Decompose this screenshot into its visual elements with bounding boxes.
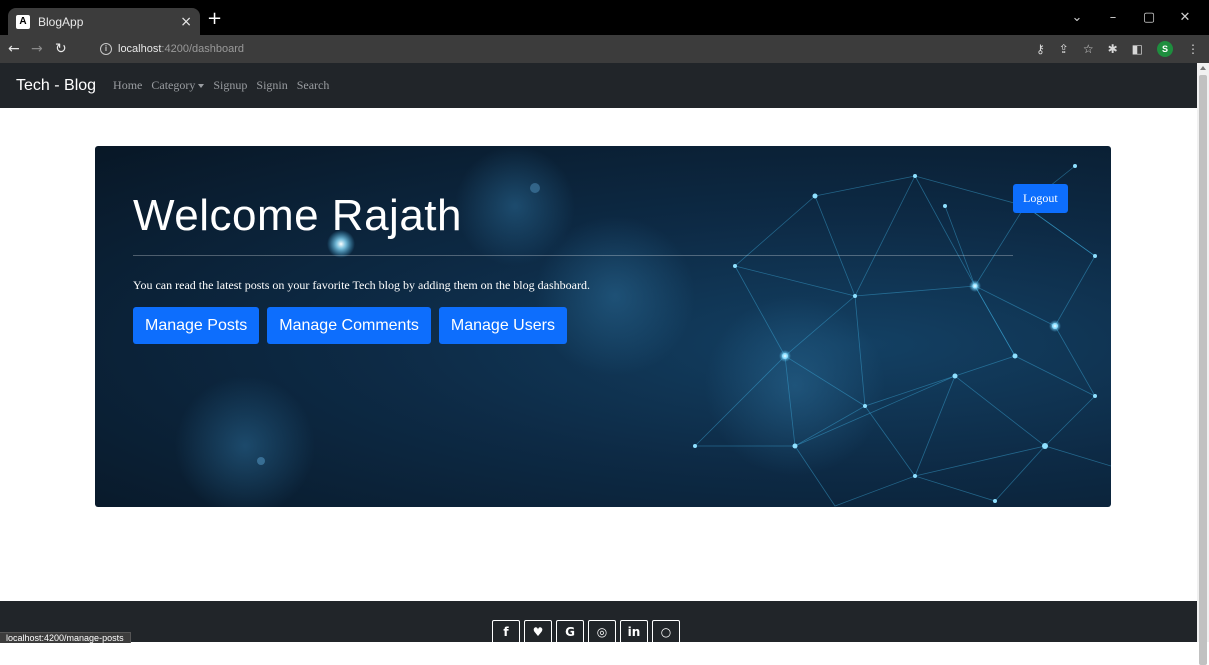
- logout-button[interactable]: Logout: [1013, 184, 1068, 213]
- brand-logo-text[interactable]: Tech - Blog: [16, 77, 96, 95]
- linkedin-icon[interactable]: in: [620, 620, 648, 644]
- site-info-icon[interactable]: i: [100, 43, 112, 55]
- scroll-up-icon[interactable]: [1200, 66, 1206, 70]
- caret-down-icon: [198, 84, 205, 89]
- key-icon[interactable]: ⚷: [1036, 39, 1045, 59]
- nav-search[interactable]: Search: [297, 78, 330, 93]
- facebook-icon[interactable]: f: [492, 620, 520, 644]
- nav-signin[interactable]: Signin: [256, 78, 287, 93]
- welcome-jumbotron: Welcome Rajath You can read the latest p…: [95, 146, 1111, 507]
- browser-toolbar: ← → ↻ i localhost:4200/dashboard ⚷ ⇪ ☆ ✱…: [0, 35, 1209, 63]
- manage-users-button[interactable]: Manage Users: [438, 307, 567, 344]
- dashboard-actions: Manage Posts Manage Comments Manage User…: [133, 307, 567, 344]
- menu-kebab-icon[interactable]: ⋮: [1187, 39, 1199, 59]
- url-host: localhost: [118, 43, 162, 55]
- site-footer: f ♥ G ◎ in ○: [0, 601, 1197, 644]
- tab-title: BlogApp: [38, 14, 84, 29]
- nav-signup[interactable]: Signup: [213, 78, 247, 93]
- restore-icon[interactable]: ▢: [1131, 8, 1167, 28]
- forward-icon[interactable]: →: [31, 39, 43, 59]
- social-links: f ♥ G ◎ in ○: [492, 620, 680, 644]
- minimize-icon[interactable]: –: [1095, 8, 1131, 28]
- window-controls: ⌄ – ▢ ✕: [1059, 8, 1203, 28]
- reload-icon[interactable]: ↻: [55, 39, 67, 59]
- instagram-icon[interactable]: ◎: [588, 620, 616, 644]
- github-icon[interactable]: ○: [652, 620, 680, 644]
- side-panel-icon[interactable]: ◧: [1132, 39, 1143, 59]
- tab-search-icon[interactable]: ⌄: [1059, 8, 1095, 28]
- divider: [133, 255, 1013, 256]
- new-tab-icon[interactable]: +: [207, 9, 222, 29]
- toolbar-actions: ⚷ ⇪ ☆ ✱ ◧ S ⋮: [1036, 39, 1199, 59]
- scrollbar-thumb[interactable]: [1199, 75, 1207, 665]
- angular-favicon-icon: A: [16, 14, 30, 29]
- tab-close-icon[interactable]: ×: [180, 15, 192, 29]
- lead-text: You can read the latest posts on your fa…: [133, 278, 590, 292]
- site-navbar: Tech - Blog Home Category Signup Signin …: [0, 63, 1197, 108]
- page-scrollbar[interactable]: [1197, 63, 1209, 665]
- google-icon[interactable]: G: [556, 620, 584, 644]
- nav-category-dropdown[interactable]: Category: [151, 78, 205, 93]
- browser-tab[interactable]: A BlogApp ×: [8, 8, 200, 35]
- url-path: :4200/dashboard: [161, 43, 244, 55]
- nav-home[interactable]: Home: [113, 78, 142, 93]
- twitter-icon[interactable]: ♥: [524, 620, 552, 644]
- nav-category-label: Category: [151, 78, 196, 92]
- bookmark-star-icon[interactable]: ☆: [1083, 39, 1094, 59]
- back-icon[interactable]: ←: [8, 39, 20, 59]
- manage-posts-button[interactable]: Manage Posts: [133, 307, 260, 344]
- link-status-bubble: localhost:4200/manage-posts: [0, 632, 131, 643]
- profile-avatar[interactable]: S: [1157, 41, 1173, 57]
- close-window-icon[interactable]: ✕: [1167, 8, 1203, 28]
- extensions-icon[interactable]: ✱: [1108, 39, 1118, 59]
- welcome-heading: Welcome Rajath: [133, 191, 462, 240]
- browser-tabstrip: A BlogApp × + ⌄ – ▢ ✕: [0, 0, 1209, 35]
- share-icon[interactable]: ⇪: [1059, 39, 1069, 59]
- manage-comments-button[interactable]: Manage Comments: [267, 307, 431, 344]
